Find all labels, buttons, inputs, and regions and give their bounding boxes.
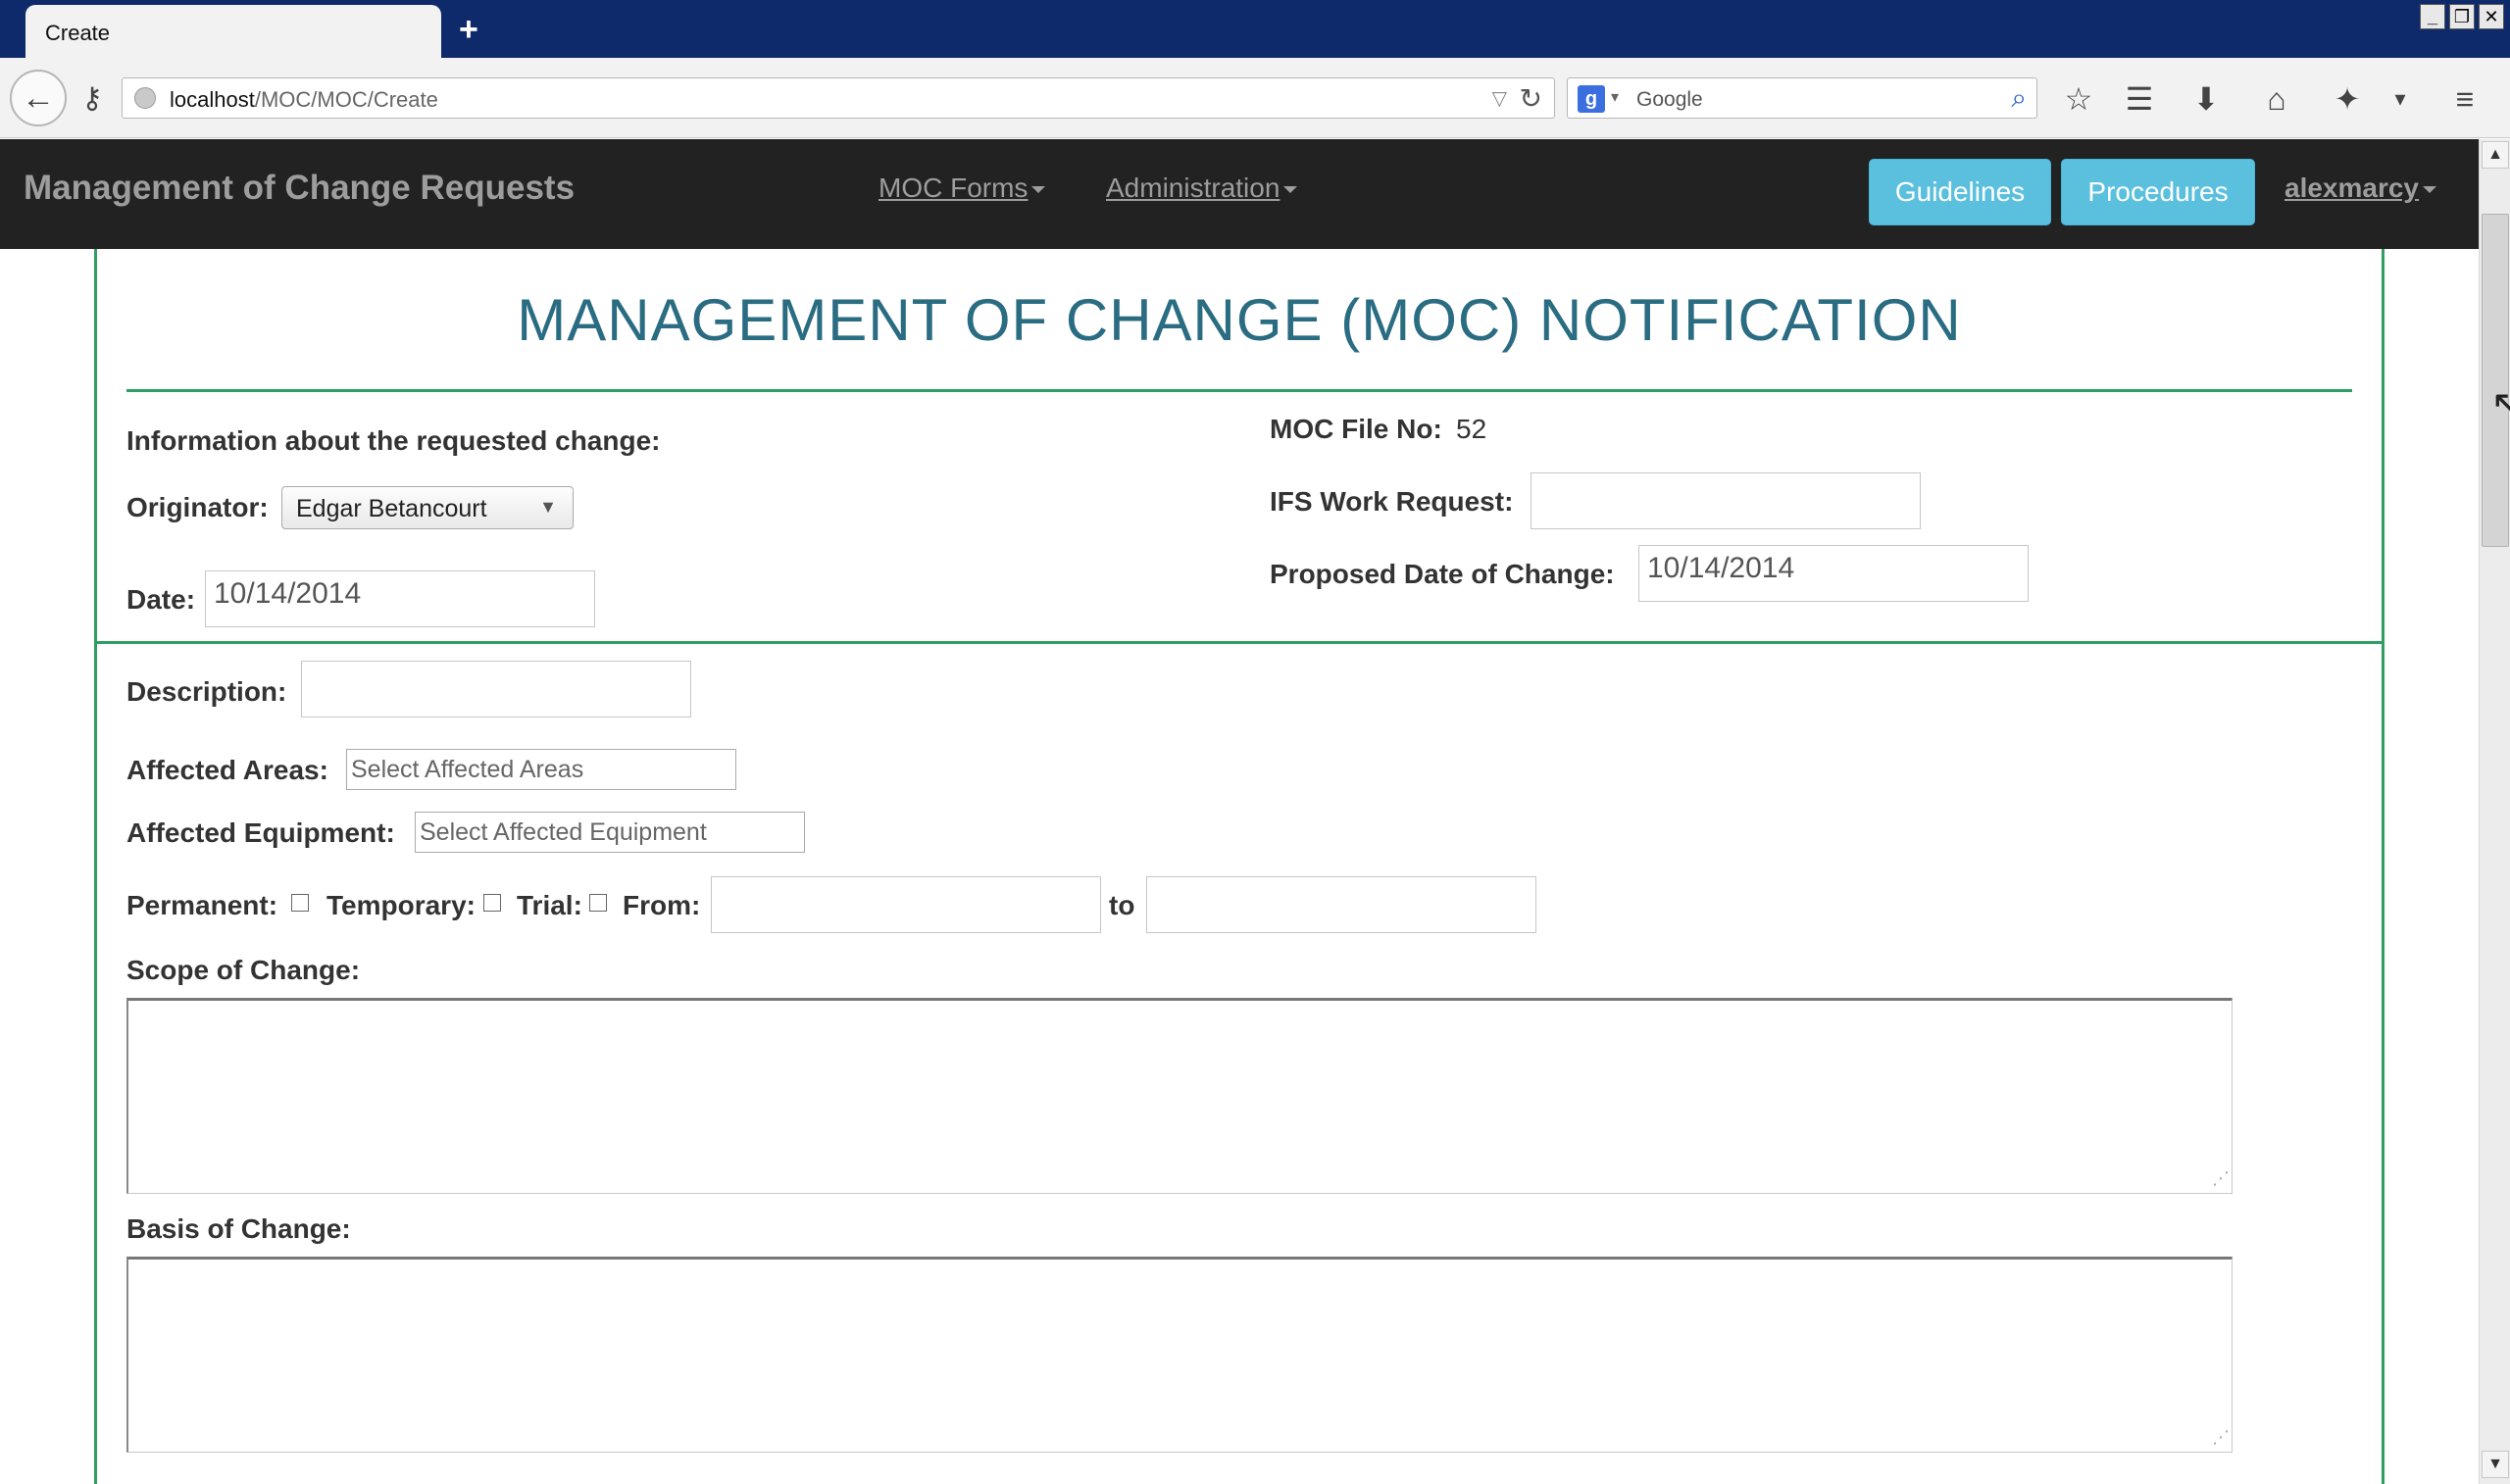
trial-checkbox[interactable] [589,894,607,912]
ifs-work-request-field[interactable] [1531,472,1921,529]
bookmarks-list-icon[interactable]: ☰ [2118,77,2161,121]
addon-dropdown-icon[interactable]: ▾ [2379,77,2422,121]
moc-form-panel: MANAGEMENT OF CHANGE (MOC) NOTIFICATION … [94,249,2384,1484]
key-icon[interactable]: ⚷ [71,77,114,121]
proposed-date-field[interactable]: 10/14/2014 [1638,545,2029,602]
affected-areas-input[interactable]: Select Affected Areas [346,749,736,790]
to-label: to [1109,890,1135,920]
url-dropdown-icon[interactable]: ▽ [1492,86,1507,111]
tab-title: Create [45,21,111,45]
scope-textarea[interactable]: ⋰ [126,998,2233,1194]
date-field[interactable]: 10/14/2014 [205,570,595,627]
administration-menu[interactable]: Administration [1106,173,1298,204]
reload-icon[interactable]: ↻ [1520,82,1542,115]
google-icon[interactable]: g [1578,85,1605,113]
chevron-down-icon [2423,186,2437,194]
home-icon[interactable]: ⌂ [2255,77,2298,121]
page-scrollbar[interactable]: ▲ ▼ [2479,139,2510,1484]
search-engine-dropdown-icon[interactable]: ▾ [1611,87,1619,107]
resize-grip-icon[interactable]: ⋰ [2212,1427,2230,1448]
close-window-button[interactable]: ✕ [2479,4,2504,29]
originator-select[interactable]: Edgar Betancourt ▼ [281,486,574,529]
description-label: Description: [126,676,287,707]
scroll-up-icon[interactable]: ▲ [2482,141,2509,169]
globe-icon [134,87,156,109]
ifs-work-request-label: IFS Work Request: [1270,486,1514,517]
mouse-cursor-icon: ↖ [2490,383,2510,426]
resize-grip-icon[interactable]: ⋰ [2212,1168,2230,1189]
proposed-date-label: Proposed Date of Change: [1270,559,1615,589]
app-header: Management of Change Requests MOC Forms … [0,139,2479,249]
trial-label: Trial: [517,890,582,920]
chevron-down-icon [1283,186,1298,194]
search-placeholder: Google [1636,88,1703,111]
affected-equipment-input[interactable]: Select Affected Equipment [415,812,805,853]
from-label: From: [623,890,701,920]
page-title: MANAGEMENT OF CHANGE (MOC) NOTIFICATION [517,287,1962,353]
section-divider [97,641,2382,644]
title-divider [126,389,2352,392]
permanent-checkbox[interactable] [291,894,309,912]
url-text: localhost/MOC/MOC/Create [170,87,438,112]
temporary-checkbox[interactable] [483,894,501,912]
chevron-down-icon: ▼ [539,497,557,517]
procedures-button[interactable]: Procedures [2061,159,2255,225]
chevron-down-icon [1031,186,1046,194]
browser-nav-bar: ← ⚷ localhost/MOC/MOC/Create ▽ ↻ g ▾ Goo… [0,58,2510,138]
to-date-field[interactable] [1146,876,1536,933]
restore-button[interactable]: ❐ [2449,4,2475,29]
affected-equipment-label: Affected Equipment: [126,817,395,848]
search-bar[interactable]: g ▾ Google ⌕ [1567,77,2037,119]
from-date-field[interactable] [711,876,1101,933]
moc-file-no-value: 52 [1456,414,1487,444]
guidelines-button[interactable]: Guidelines [1869,159,2051,225]
moc-forms-menu[interactable]: MOC Forms [878,173,1046,204]
temporary-label: Temporary: [326,890,476,920]
info-heading: Information about the requested change: [126,425,661,456]
browser-tab[interactable]: Create [25,5,441,58]
minimize-button[interactable]: _ [2420,4,2445,29]
moc-file-no-label: MOC File No: [1270,414,1442,444]
new-tab-button[interactable]: + [459,10,478,49]
search-icon[interactable]: ⌕ [2011,82,2027,115]
download-icon[interactable]: ⬇ [2184,77,2228,121]
app-brand[interactable]: Management of Change Requests [24,169,575,208]
back-arrow-icon[interactable]: ← [10,70,67,126]
user-menu[interactable]: alexmarcy [2284,173,2437,204]
url-bar[interactable]: localhost/MOC/MOC/Create ▽ ↻ [122,77,1555,119]
addon-icon[interactable]: ✦ [2326,77,2369,121]
scroll-down-icon[interactable]: ▼ [2482,1451,2509,1478]
basis-label: Basis of Change: [126,1213,351,1244]
window-controls: _ ❐ ✕ [2420,4,2504,29]
affected-areas-label: Affected Areas: [126,755,328,785]
date-label: Date: [126,584,196,615]
permanent-label: Permanent: [126,890,278,920]
basis-textarea[interactable]: ⋰ [126,1257,2233,1453]
scrollbar-thumb[interactable] [2482,214,2509,547]
description-field[interactable] [301,661,691,717]
bookmark-star-icon[interactable]: ☆ [2057,77,2100,121]
scope-label: Scope of Change: [126,955,361,985]
menu-icon[interactable]: ≡ [2443,77,2486,121]
browser-title-bar: Create + _ ❐ ✕ [0,0,2510,58]
originator-label: Originator: [126,492,269,522]
